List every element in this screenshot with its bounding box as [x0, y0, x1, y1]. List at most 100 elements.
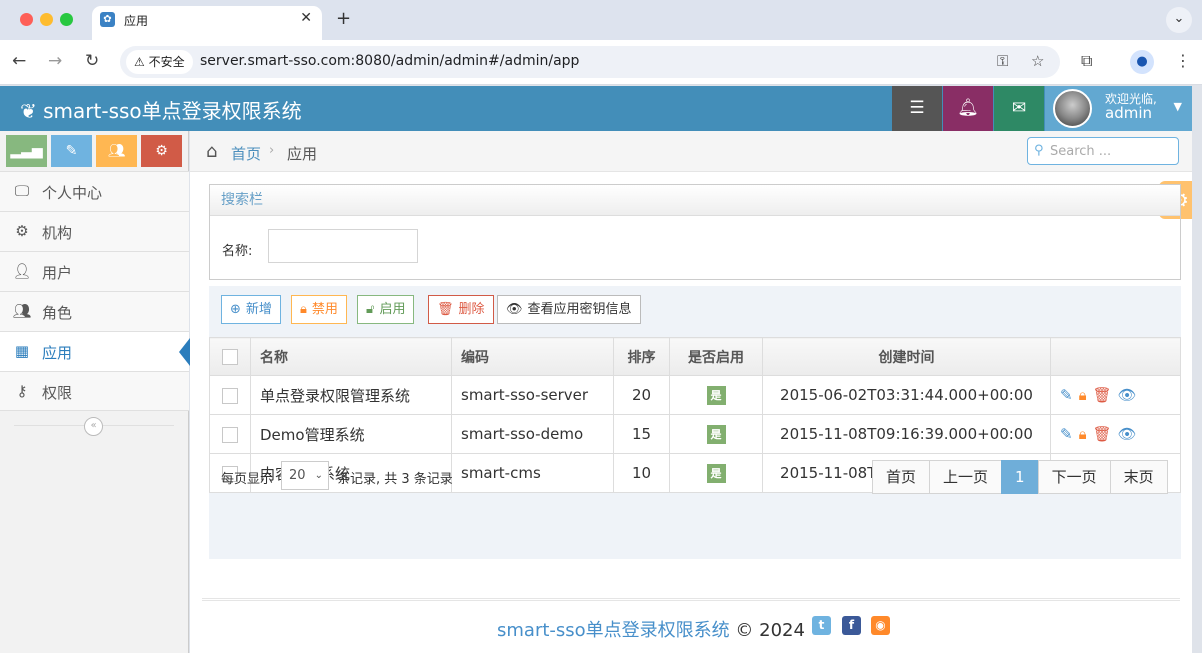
edit-icon[interactable]: ✎ — [1060, 386, 1073, 404]
leaf-icon: ❦ — [20, 99, 37, 123]
eye-icon: 👁︎ — [506, 302, 523, 317]
eye-icon[interactable]: 👁︎ — [1118, 386, 1137, 404]
shortcut-settings-button[interactable]: ⚙ — [141, 135, 182, 167]
cell-name: Demo管理系统 — [250, 414, 452, 454]
forward-icon[interactable]: → — [48, 51, 62, 71]
facebook-icon[interactable]: f — [842, 616, 861, 635]
shortcut-edit-button[interactable]: ✎ — [51, 135, 92, 167]
last-page-button[interactable]: 末页 — [1109, 460, 1168, 494]
tasks-button[interactable]: ☰ — [892, 86, 942, 131]
rss-icon[interactable]: ◉ — [871, 616, 890, 635]
back-icon[interactable]: ← — [12, 51, 26, 71]
search-panel-title: 搜索栏 — [210, 185, 1180, 216]
extensions-icon[interactable]: ⧉ — [1081, 51, 1092, 71]
twitter-icon[interactable]: t — [812, 616, 831, 635]
browser-tab[interactable]: ✿ 应用 ✕ — [92, 6, 322, 40]
cell-enabled: 是 — [669, 453, 763, 493]
collapse-sidebar-button[interactable]: « — [84, 417, 103, 436]
lock-icon[interactable]: 🔒︎ — [1079, 386, 1087, 404]
more-menu-icon[interactable]: ⋮ — [1175, 51, 1191, 70]
view-key-button[interactable]: 👁︎ 查看应用密钥信息 — [497, 295, 641, 324]
next-page-button[interactable]: 下一页 — [1037, 460, 1111, 494]
minimize-window-button[interactable] — [40, 13, 53, 26]
messages-button[interactable]: ✉ — [994, 86, 1044, 131]
table-row[interactable]: 单点登录权限管理系统 smart-sso-server 20 是 2015-06… — [209, 375, 1181, 415]
password-key-icon[interactable]: ⚿ — [997, 52, 1008, 70]
column-header[interactable]: 创建时间 — [762, 337, 1051, 376]
shortcut-users-button[interactable]: 👥︎ — [96, 135, 137, 167]
sidebar-item-label: 应用 — [42, 344, 73, 362]
first-page-button[interactable]: 首页 — [872, 460, 931, 494]
sidebar-item-personal[interactable]: 🖵︎ 个人中心 — [0, 171, 189, 211]
brand-logo[interactable]: ❦ smart-sso单点登录权限系统 — [20, 95, 302, 124]
tab-search-button[interactable]: ⌄ — [1166, 7, 1192, 33]
search-input[interactable] — [1050, 142, 1175, 160]
add-button[interactable]: ⊕ 新增 — [221, 295, 281, 324]
tab-close-icon[interactable]: ✕ — [300, 10, 312, 26]
disable-button[interactable]: 🔒︎ 禁用 — [291, 295, 347, 324]
cell-actions: ✎ 🔒︎ 🗑︎ 👁︎ — [1050, 414, 1181, 454]
column-header[interactable]: 编码 — [451, 337, 614, 376]
grid-icon: ▦ — [14, 342, 30, 360]
shortcut-stats-button[interactable]: ▂▃▅ — [6, 135, 47, 167]
desktop-icon: 🖵︎ — [14, 182, 30, 200]
tasks-icon: ☰ — [909, 98, 925, 118]
name-label: 名称: — [222, 244, 253, 259]
profile-avatar-icon[interactable]: ● — [1130, 50, 1154, 74]
address-bar[interactable]: ⚠ 不安全 server.smart-sso.com:8080/admin/ad… — [120, 46, 1060, 78]
user-menu[interactable]: 欢迎光临, admin ▼ — [1045, 86, 1192, 131]
eye-icon[interactable]: 👁︎ — [1118, 425, 1137, 443]
current-page-button[interactable]: 1 — [1001, 460, 1039, 494]
cell-created: 2015-06-02T03:31:44.000+00:00 — [762, 375, 1051, 415]
records-count: 条记录, 共 3 条记录 — [337, 472, 453, 487]
sidebar-item-app[interactable]: ▦ 应用 — [0, 331, 190, 371]
lock-icon: 🔒︎ — [300, 302, 307, 317]
sidebar-item-role[interactable]: 👥︎ 角色 — [0, 291, 189, 331]
breadcrumb: ⌂ 首页 › 应用 ⚲ — [190, 131, 1192, 172]
url-text[interactable]: server.smart-sso.com:8080/admin/admin#/a… — [200, 53, 579, 69]
sidebar-item-permission[interactable]: ⚷ 权限 — [0, 371, 189, 411]
select-all-cell — [209, 337, 251, 376]
prev-page-button[interactable]: 上一页 — [929, 460, 1003, 494]
breadcrumb-home-link[interactable]: 首页 — [231, 143, 261, 164]
cell-enabled: 是 — [669, 414, 763, 454]
trash-icon[interactable]: 🗑︎ — [1093, 425, 1112, 443]
edit-icon[interactable]: ✎ — [1060, 425, 1073, 443]
security-chip[interactable]: ⚠ 不安全 — [126, 50, 193, 74]
trash-icon: 🗑︎ — [437, 302, 454, 317]
maximize-window-button[interactable] — [60, 13, 73, 26]
app-header: ❦ smart-sso单点登录权限系统 ☰ 🔔︎ ✉ 欢迎光临, admin ▼ — [0, 86, 1192, 131]
home-icon: ⌂ — [206, 141, 218, 162]
close-window-button[interactable] — [20, 13, 33, 26]
column-header[interactable]: 名称 — [250, 337, 452, 376]
nav-search[interactable]: ⚲ — [1027, 137, 1179, 165]
table-row[interactable]: Demo管理系统 smart-sso-demo 15 是 2015-11-08T… — [209, 414, 1181, 454]
row-checkbox[interactable] — [222, 387, 238, 404]
sidebar-item-label: 角色 — [42, 304, 73, 322]
enable-button[interactable]: 🔓︎ 启用 — [357, 295, 415, 324]
pencil-icon: ✎ — [65, 143, 78, 159]
column-header[interactable]: 排序 — [613, 337, 670, 376]
trash-icon[interactable]: 🗑︎ — [1093, 386, 1112, 404]
cell-code: smart-sso-demo — [451, 414, 614, 454]
actions-header — [1050, 337, 1181, 376]
gears-icon: ⚙ — [15, 222, 29, 240]
column-header[interactable]: 是否启用 — [669, 337, 763, 376]
sidebar-item-org[interactable]: ⚙ 机构 — [0, 211, 189, 251]
row-checkbox[interactable] — [222, 426, 238, 443]
page-size-select[interactable]: 20 ⌄ — [281, 461, 329, 490]
lock-icon[interactable]: 🔒︎ — [1079, 425, 1087, 443]
delete-button[interactable]: 🗑︎ 删除 — [428, 295, 494, 324]
bookmark-star-icon[interactable]: ☆ — [1031, 52, 1044, 70]
sidebar-nav: 🖵︎ 个人中心 ⚙ 机构 👤︎ 用户 👥︎ 角色 ▦ 应用 ⚷ 权限 — [0, 171, 190, 411]
sidebar-item-user[interactable]: 👤︎ 用户 — [0, 251, 189, 291]
new-tab-button[interactable]: + — [336, 8, 351, 29]
cogs-icon: ⚙ — [155, 143, 168, 159]
name-filter-input[interactable] — [268, 229, 418, 263]
notifications-button[interactable]: 🔔︎ — [943, 86, 993, 131]
reload-icon[interactable]: ↻ — [85, 51, 99, 71]
breadcrumb-current: 应用 — [287, 145, 318, 163]
search-panel: 搜索栏 名称: — [209, 184, 1181, 280]
cell-enabled: 是 — [669, 375, 763, 415]
select-all-checkbox[interactable] — [222, 348, 238, 365]
